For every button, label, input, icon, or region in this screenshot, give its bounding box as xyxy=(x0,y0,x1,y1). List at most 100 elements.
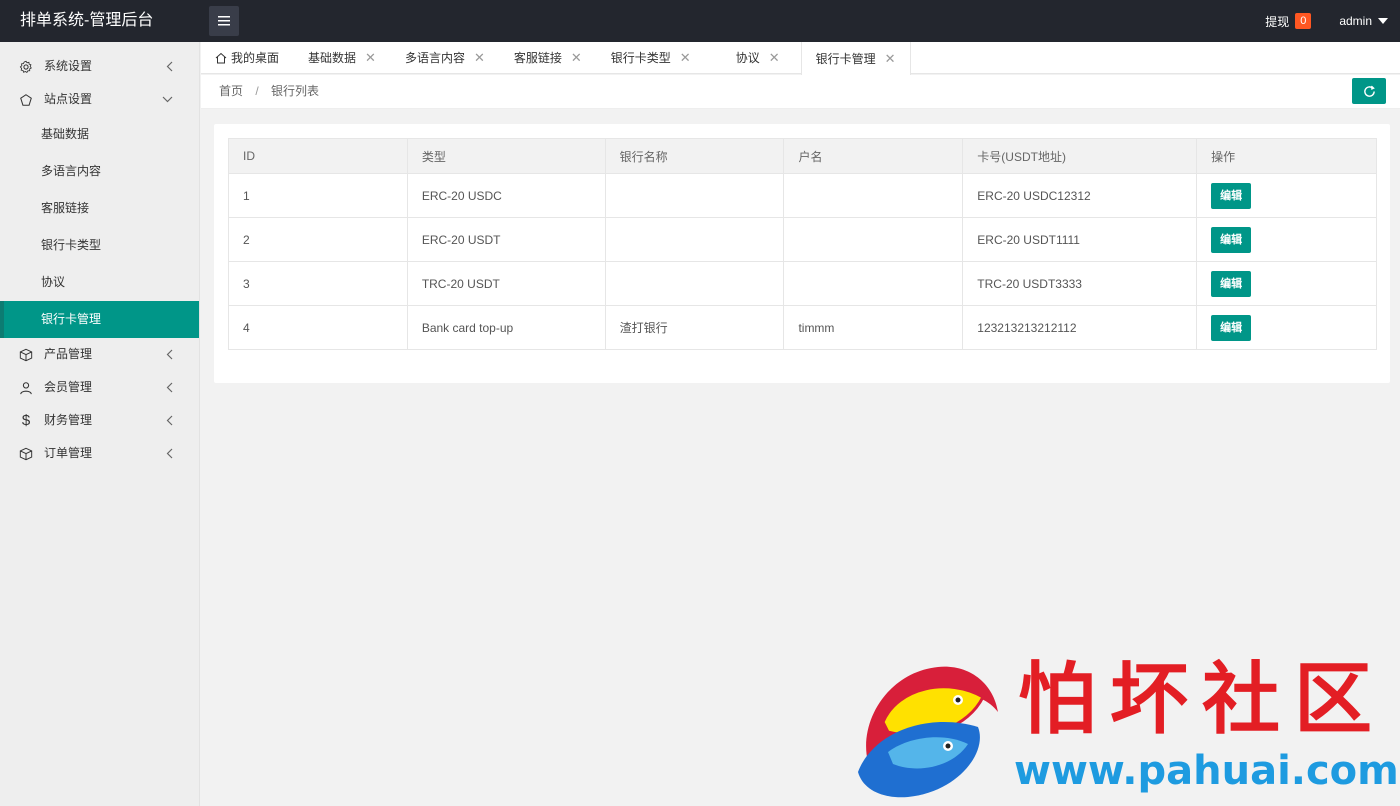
cell-holder xyxy=(783,217,964,262)
cell-type: ERC-20 USDC xyxy=(406,173,606,218)
close-icon[interactable]: ✕ xyxy=(571,42,582,74)
cell-card: 123213213212112 xyxy=(962,305,1198,350)
cell-id: 4 xyxy=(228,305,408,350)
edit-button[interactable]: 编辑 xyxy=(1211,314,1252,341)
tab-card-manage[interactable]: 银行卡管理 ✕ xyxy=(800,42,911,75)
sidebar-subitem-basic-data[interactable]: 基础数据 xyxy=(0,116,199,153)
sidebar-subitem-card-manage[interactable]: 银行卡管理 xyxy=(0,301,199,338)
tab-agreement[interactable]: 协议 ✕ xyxy=(706,42,801,74)
cell-type: ERC-20 USDT xyxy=(406,217,606,262)
chevron-left-icon xyxy=(166,437,173,470)
table-row: 3 TRC-20 USDT TRC-20 USDT3333 编辑 xyxy=(228,261,1377,306)
sidebar-item-finance[interactable]: $ 财务管理 xyxy=(0,404,199,437)
sidebar-item-products[interactable]: 产品管理 xyxy=(0,338,199,371)
tab-bar: 我的桌面 基础数据 ✕ 多语言内容 ✕ 客服链接 ✕ 银行卡类型 ✕ 协议 ✕ … xyxy=(201,42,1400,75)
sidebar-item-label: 财务管理 xyxy=(44,413,93,427)
chevron-left-icon xyxy=(166,338,173,371)
cell-type: Bank card top-up xyxy=(406,305,606,350)
cell-holder xyxy=(783,173,964,218)
withdraw-link[interactable]: 提现 0 xyxy=(1265,13,1312,30)
fish-logo-icon xyxy=(858,666,998,798)
close-icon[interactable]: ✕ xyxy=(680,42,691,74)
sidebar: 系统设置 站点设置 基础数据 多语言内容 客服链接 银行卡类型 协议 银行卡管理… xyxy=(0,42,200,806)
tab-multilang[interactable]: 多语言内容 ✕ xyxy=(391,42,500,74)
sidebar-item-label: 站点设置 xyxy=(44,92,93,106)
user-name: admin xyxy=(1339,14,1372,28)
cell-holder: timmm xyxy=(783,305,964,350)
edit-button[interactable]: 编辑 xyxy=(1211,226,1252,253)
edit-button[interactable]: 编辑 xyxy=(1211,182,1252,209)
table-row: 4 Bank card top-up 渣打银行 timmm 1232132132… xyxy=(228,305,1377,350)
table-header-row: ID 类型 银行名称 户名 卡号(USDT地址) 操作 xyxy=(228,138,1377,174)
breadcrumb: 首页 / 银行列表 xyxy=(219,75,319,107)
tab-label: 协议 xyxy=(735,51,760,65)
tab-service-link[interactable]: 客服链接 ✕ xyxy=(500,42,597,74)
content-card: ID 类型 银行名称 户名 卡号(USDT地址) 操作 1 ERC-20 USD… xyxy=(214,124,1390,383)
refresh-button[interactable] xyxy=(1352,78,1386,104)
sidebar-item-label: 会员管理 xyxy=(44,380,93,394)
tab-label: 基础数据 xyxy=(308,51,357,65)
close-icon[interactable]: ✕ xyxy=(474,42,485,74)
tab-label: 客服链接 xyxy=(513,51,562,65)
close-icon[interactable]: ✕ xyxy=(365,42,376,74)
cell-id: 2 xyxy=(228,217,408,262)
refresh-icon xyxy=(1363,85,1375,97)
breadcrumb-home[interactable]: 首页 xyxy=(219,84,243,98)
top-header: 排单系统-管理后台 提现 0 admin xyxy=(0,0,1400,42)
column-header-type: 类型 xyxy=(406,138,606,174)
sidebar-item-label: 产品管理 xyxy=(44,347,93,361)
breadcrumb-bar: 首页 / 银行列表 xyxy=(201,75,1400,109)
bank-card-table: ID 类型 银行名称 户名 卡号(USDT地址) 操作 1 ERC-20 USD… xyxy=(228,138,1377,350)
sidebar-item-members[interactable]: 会员管理 xyxy=(0,371,199,404)
tab-label: 银行卡管理 xyxy=(815,51,876,66)
chevron-left-icon xyxy=(166,404,173,437)
tab-label: 多语言内容 xyxy=(404,51,465,65)
cell-holder xyxy=(783,261,964,306)
breadcrumb-separator: / xyxy=(255,84,259,98)
column-header-holder: 户名 xyxy=(783,138,964,174)
app-title: 排单系统-管理后台 xyxy=(20,12,154,29)
close-icon[interactable]: ✕ xyxy=(769,42,780,74)
sidebar-subitem-service-link[interactable]: 客服链接 xyxy=(0,190,199,227)
sidebar-item-site-settings[interactable]: 站点设置 xyxy=(0,83,199,116)
sidebar-item-label: 系统设置 xyxy=(44,59,93,73)
box-icon xyxy=(18,347,34,363)
column-header-card: 卡号(USDT地址) xyxy=(962,138,1198,174)
chevron-left-icon xyxy=(166,50,173,83)
tab-card-type[interactable]: 银行卡类型 ✕ xyxy=(597,42,706,74)
user-icon xyxy=(18,380,34,396)
tab-basic-data[interactable]: 基础数据 ✕ xyxy=(294,42,391,74)
edit-button[interactable]: 编辑 xyxy=(1211,270,1252,297)
cell-card: ERC-20 USDT1111 xyxy=(962,217,1198,262)
column-header-id: ID xyxy=(228,138,408,174)
sidebar-subitem-agreement[interactable]: 协议 xyxy=(0,264,199,301)
dollar-icon: $ xyxy=(21,412,31,429)
sidebar-item-system-settings[interactable]: 系统设置 xyxy=(0,50,199,83)
gear-icon xyxy=(18,59,34,75)
tab-label: 我的桌面 xyxy=(231,51,280,65)
cell-bank: 渣打银行 xyxy=(604,305,785,350)
tab-my-desktop[interactable]: 我的桌面 xyxy=(201,42,294,74)
watermark-url: www.pahuai.com xyxy=(1014,748,1399,794)
close-icon[interactable]: ✕ xyxy=(885,43,896,75)
cell-card: ERC-20 USDC12312 xyxy=(962,173,1198,218)
cell-action: 编辑 xyxy=(1196,261,1377,306)
sidebar-subitem-multilang[interactable]: 多语言内容 xyxy=(0,153,199,190)
chevron-down-icon xyxy=(162,83,173,116)
cell-id: 1 xyxy=(228,173,408,218)
user-menu[interactable]: admin xyxy=(1339,14,1388,28)
cell-bank xyxy=(604,217,785,262)
menu-toggle-button[interactable] xyxy=(209,6,239,36)
table-row: 2 ERC-20 USDT ERC-20 USDT1111 编辑 xyxy=(228,217,1377,262)
caret-down-icon xyxy=(1378,18,1388,24)
cell-id: 3 xyxy=(228,261,408,306)
watermark-text: 怕坏社区 xyxy=(1018,655,1387,745)
cell-bank xyxy=(604,173,785,218)
sidebar-subitem-card-type[interactable]: 银行卡类型 xyxy=(0,227,199,264)
sidebar-item-orders[interactable]: 订单管理 xyxy=(0,437,199,470)
watermark: 怕坏社区 www.pahuai.com xyxy=(848,652,1399,802)
cell-action: 编辑 xyxy=(1196,173,1377,218)
breadcrumb-current: 银行列表 xyxy=(271,84,320,98)
column-header-action: 操作 xyxy=(1196,138,1377,174)
sidebar-item-label: 订单管理 xyxy=(44,446,93,460)
